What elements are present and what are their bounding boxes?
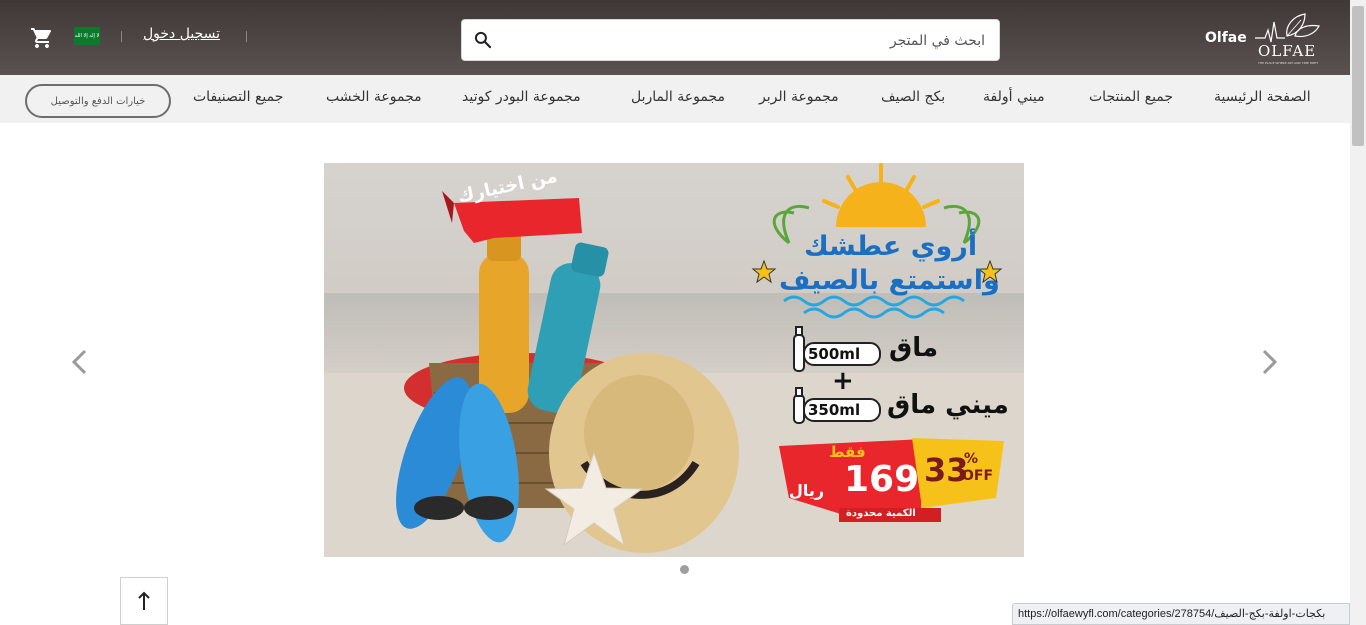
nav-wood-collection[interactable]: مجموعة الخشب (326, 89, 422, 105)
back-to-top-button[interactable] (120, 577, 168, 625)
status-bar-url: https://olfaewyfl.com/categories/278754/… (1012, 603, 1350, 625)
search-input[interactable] (506, 29, 985, 53)
product-1-size: 500ml (808, 345, 861, 363)
banner-headline-2: واستمتع بالصيف (779, 265, 1000, 296)
brand-name[interactable]: Olfae (1205, 30, 1247, 46)
nav-mini-olfae[interactable]: ميني أولفة (983, 89, 1045, 105)
nav-rubber-collection[interactable]: مجموعة الربر (759, 89, 839, 105)
leaf-heartbeat-icon (1255, 13, 1320, 43)
login-link[interactable]: تسجيل دخول (143, 26, 220, 42)
price-value: 169 (844, 459, 920, 500)
price-currency: ريال (789, 481, 825, 500)
nav-marble-collection[interactable]: مجموعة الماربل (631, 89, 725, 105)
divider (246, 31, 247, 42)
limited-quantity-label: الكمية محدودة (846, 508, 916, 519)
logo-tagline: THE PLACE WHERE ART AND TIME MEET (1258, 61, 1319, 65)
nav-home[interactable]: الصفحة الرئيسية (1214, 89, 1311, 105)
header-bar: لا إله إلا الله تسجيل دخول Olfae OLFAE T… (0, 0, 1350, 75)
carousel-next-arrow-icon[interactable] (1257, 346, 1281, 378)
plus-sign: + (832, 366, 854, 396)
page-scrollbar[interactable] (1350, 0, 1366, 625)
logo-wordmark: OLFAE (1258, 42, 1317, 60)
product-2-name: ميني ماق (887, 390, 1009, 420)
product-2-size: 350ml (808, 401, 861, 419)
carousel-dot[interactable] (680, 565, 689, 574)
scrollbar-thumb[interactable] (1352, 6, 1364, 146)
payment-delivery-button[interactable]: خيارات الدفع والتوصيل (25, 84, 171, 118)
shopping-cart-icon[interactable] (30, 26, 54, 50)
banner-headline-1: أروي عطشك (804, 231, 978, 262)
nav-all-products[interactable]: جميع المنتجات (1089, 89, 1173, 105)
discount-percent: % (964, 451, 979, 467)
nav-powder-coated-collection[interactable]: مجموعة البودر كوتيد (462, 89, 581, 105)
nav-summer-package[interactable]: بكج الصيف (881, 89, 945, 105)
page: لا إله إلا الله تسجيل دخول Olfae OLFAE T… (0, 0, 1366, 625)
discount-off: OFF (962, 468, 994, 484)
brand-logo[interactable]: OLFAE THE PLACE WHERE ART AND TIME MEET (1255, 12, 1321, 67)
product-1-name: ماق (889, 333, 939, 363)
carousel-prev-arrow-icon[interactable] (68, 346, 92, 378)
arrow-up-icon (138, 591, 150, 610)
main-nav: الصفحة الرئيسية جميع المنتجات ميني أولفة… (0, 75, 1350, 123)
saudi-flag-icon[interactable]: لا إله إلا الله (74, 27, 100, 45)
promo-banner[interactable]: من اختيارك أروي عطشك واستمتع بالصيف ماق … (324, 163, 1024, 557)
search-box (461, 19, 1000, 61)
search-icon[interactable] (473, 30, 493, 50)
nav-all-categories[interactable]: جميع التصنيفات (193, 89, 283, 105)
divider (121, 31, 122, 42)
flag-text: لا إله إلا الله (74, 32, 100, 39)
